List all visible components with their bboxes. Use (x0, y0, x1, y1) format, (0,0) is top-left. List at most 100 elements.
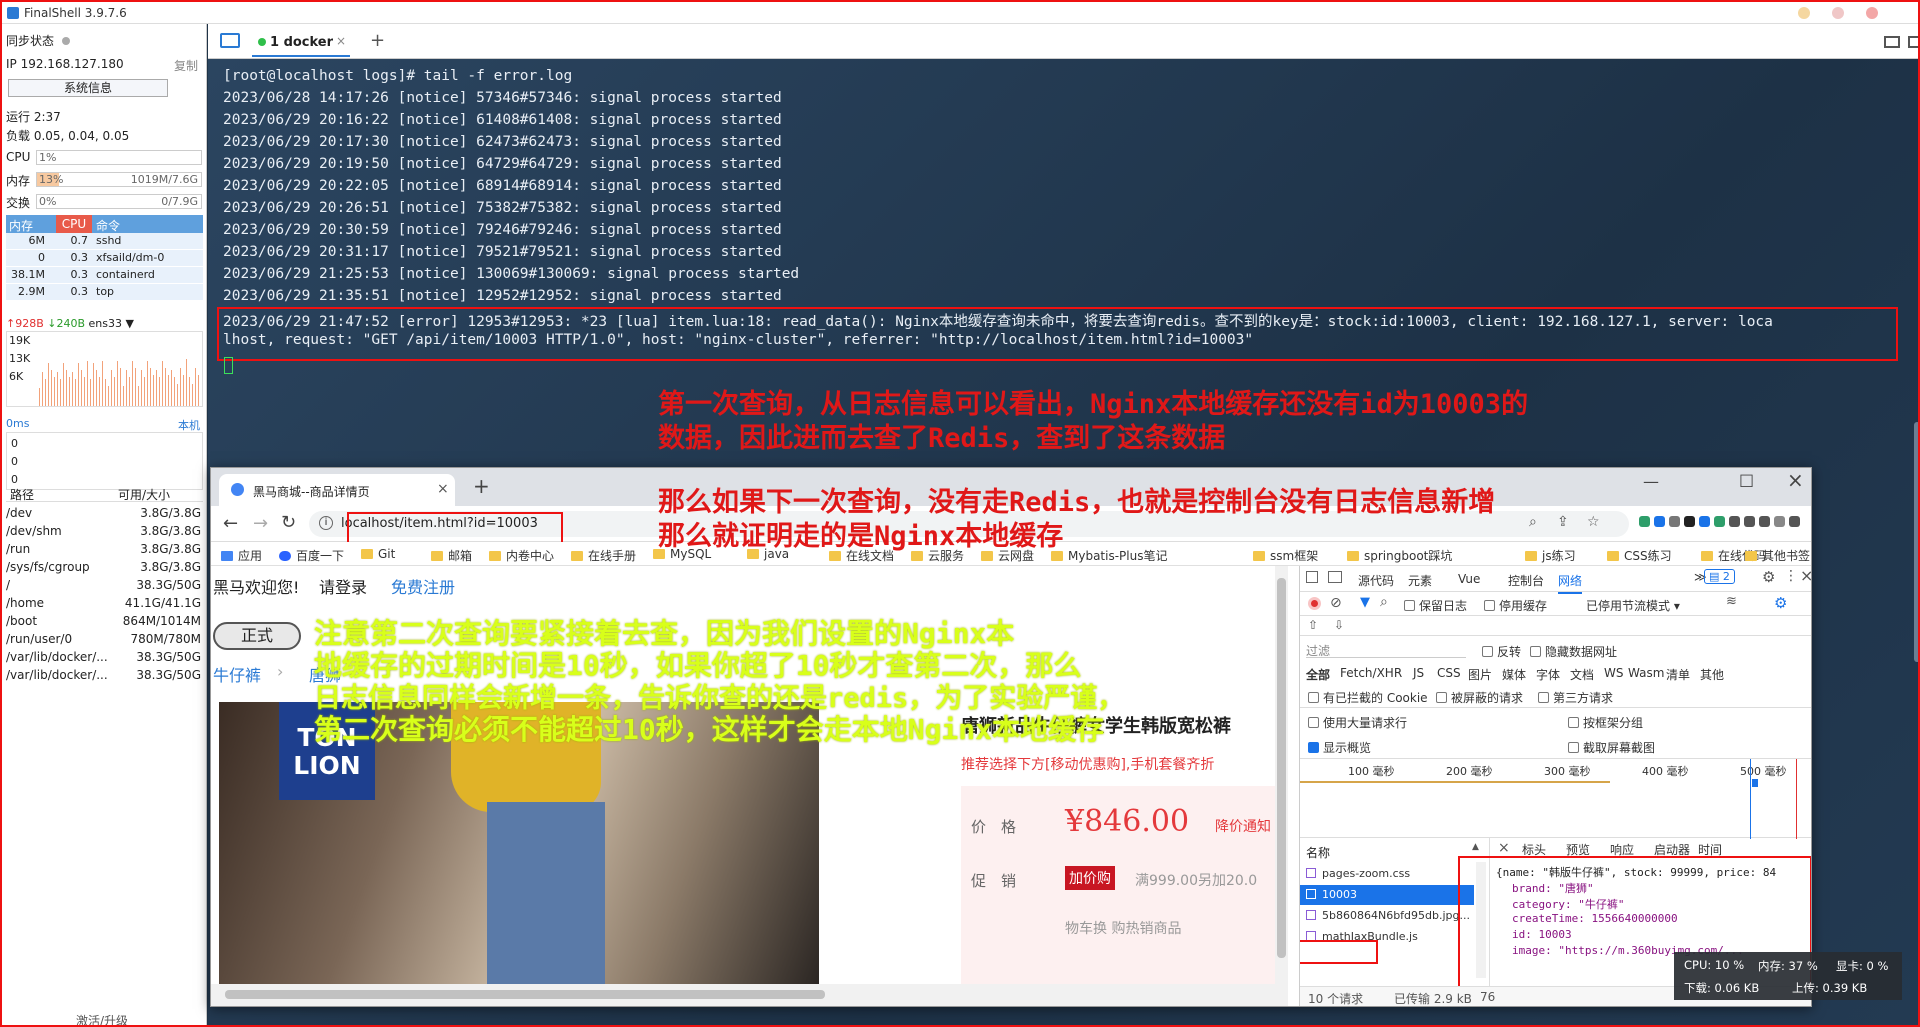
issues-badge[interactable]: ▤ 2 (1704, 569, 1735, 584)
disk-row[interactable]: /home 41.1G/41.1G (6, 594, 203, 612)
activate-upgrade-link[interactable]: 激活/升级 (76, 1012, 128, 1025)
detail-close-icon[interactable]: × (1498, 840, 1510, 856)
sort-up-icon[interactable]: ▲ (1472, 842, 1479, 852)
env-badge[interactable]: 正式 (213, 622, 301, 650)
bookmark-item[interactable]: CSS练习 (1607, 547, 1672, 564)
kebab-menu-icon[interactable]: ⋮ (1784, 568, 1798, 584)
minimize-icon[interactable]: — (1643, 472, 1659, 491)
export-har-icon[interactable]: ⇩ (1334, 618, 1344, 632)
bookmark-item[interactable]: springboot踩坑 (1347, 547, 1452, 564)
page-hscrollbar[interactable] (211, 984, 1288, 1006)
group-by-frame-checkbox[interactable]: 按框架分组 (1568, 714, 1643, 731)
tab-close-icon[interactable]: × (336, 34, 346, 48)
sidebar-toggle-icon[interactable] (1908, 36, 1918, 48)
devtools-tab[interactable]: 控制台 (1508, 572, 1544, 589)
disk-row[interactable]: / 38.3G/50G (6, 576, 203, 594)
disk-row[interactable]: /var/lib/docker/... 38.3G/50G (6, 666, 203, 684)
search-icon[interactable]: ⌕ (1380, 594, 1388, 610)
new-tab-icon[interactable]: + (473, 474, 490, 498)
bookmark-item[interactable]: Git (361, 547, 395, 561)
hide-data-urls-checkbox[interactable]: 隐藏数据网址 (1530, 643, 1617, 660)
resource-type-filter[interactable]: WS (1604, 666, 1623, 680)
record-icon[interactable] (1308, 597, 1321, 610)
tab-close-icon[interactable]: × (437, 481, 449, 497)
throttle-select[interactable]: 已停用节流模式 ▾ (1586, 597, 1680, 614)
filter-input[interactable]: 过滤 (1306, 640, 1466, 658)
zoom-icon[interactable]: ⌕ (1529, 514, 1537, 530)
blocked-cookie-checkbox[interactable]: 有已拦截的 Cookie (1308, 689, 1428, 706)
resource-type-filter[interactable]: 其他 (1700, 666, 1724, 683)
preserve-log-checkbox[interactable]: 保留日志 (1404, 597, 1467, 614)
close-icon[interactable]: × (1787, 468, 1804, 492)
resource-type-filter[interactable]: Fetch/XHR (1340, 666, 1402, 680)
new-tab-icon[interactable]: + (370, 30, 385, 51)
page-scrollbar[interactable] (1275, 566, 1288, 984)
kebab-menu-icon[interactable] (1789, 516, 1800, 527)
wifi-icon[interactable]: ≋ (1726, 594, 1737, 609)
blocked-requests-checkbox[interactable]: 被屏蔽的请求 (1436, 689, 1523, 706)
terminal-scrollbar[interactable] (1914, 422, 1918, 662)
devtools-close-icon[interactable]: × (1800, 566, 1811, 585)
clear-icon[interactable]: ⊘ (1330, 595, 1342, 611)
resource-type-filter[interactable]: JS (1413, 666, 1424, 680)
ext-icon[interactable] (1684, 516, 1695, 527)
devtools-tab[interactable]: 网络 (1558, 572, 1583, 594)
eye-icon[interactable] (1669, 516, 1680, 527)
bookmark-item[interactable]: 邮箱 (431, 547, 472, 564)
maximize-icon[interactable]: □ (1739, 470, 1754, 489)
filter-icon[interactable]: ▼ (1360, 595, 1370, 610)
settings-gear-icon[interactable]: ⚙ (1762, 568, 1775, 586)
device-toolbar-icon[interactable] (1328, 571, 1342, 583)
close-icon[interactable] (1866, 7, 1878, 19)
ping-host[interactable]: 本机 (178, 417, 200, 433)
chrome-icon[interactable] (1714, 516, 1725, 527)
resource-type-filter[interactable]: 媒体 (1502, 666, 1526, 683)
minimize-icon[interactable] (1798, 7, 1810, 19)
disk-row[interactable]: /run/user/0 780M/780M (6, 630, 203, 648)
resource-type-filter[interactable]: 全部 (1306, 666, 1330, 683)
sidepanel-icon[interactable] (1759, 516, 1770, 527)
capture-screenshots-checkbox[interactable]: 截取屏幕截图 (1568, 739, 1655, 756)
maximize-icon[interactable] (1832, 7, 1844, 19)
playlist-icon[interactable] (1744, 516, 1755, 527)
disable-cache-checkbox[interactable]: 停用缓存 (1484, 597, 1547, 614)
bookmark-item[interactable]: 应用 (221, 547, 262, 564)
request-row[interactable]: 10003 (1300, 885, 1474, 905)
process-row[interactable]: 6M 0.7 sshd (6, 233, 203, 249)
bookmark-item[interactable]: 内卷中心 (489, 547, 554, 564)
reload-icon[interactable]: ↻ (281, 512, 296, 533)
devtools-tab[interactable]: Vue (1458, 572, 1480, 586)
show-overview-checkbox[interactable]: 显示概览 (1308, 739, 1371, 756)
disk-row[interactable]: /dev 3.8G/3.8G (6, 504, 203, 522)
system-info-button[interactable]: 系统信息 (8, 79, 168, 97)
vue-devtools-icon[interactable] (1639, 516, 1650, 527)
big-request-rows-checkbox[interactable]: 使用大量请求行 (1308, 714, 1407, 731)
folder-icon[interactable] (220, 33, 240, 48)
disk-row[interactable]: /boot 864M/1014M (6, 612, 203, 630)
disk-row[interactable]: /sys/fs/cgroup 3.8G/3.8G (6, 558, 203, 576)
price-notice-link[interactable]: 降价通知 (1215, 816, 1271, 836)
disk-row[interactable]: /var/lib/docker/... 38.3G/50G (6, 648, 203, 666)
inspect-icon[interactable] (1306, 571, 1318, 583)
disk-row[interactable]: /run 3.8G/3.8G (6, 540, 203, 558)
devtools-tab[interactable]: 源代码 (1358, 572, 1394, 589)
browser-tab[interactable]: 黑马商城--商品详情页 × (219, 474, 455, 506)
tab-docker[interactable]: 1 docker × (252, 29, 350, 57)
import-har-icon[interactable]: ⇧ (1308, 618, 1318, 632)
profile-icon[interactable] (1774, 516, 1785, 527)
process-row[interactable]: 38.1M 0.3 containerd (6, 267, 203, 283)
third-party-checkbox[interactable]: 第三方请求 (1538, 689, 1613, 706)
bookmark-item[interactable]: js练习 (1525, 547, 1576, 564)
bookmark-item[interactable]: 其他书签 (1745, 547, 1810, 564)
resource-type-filter[interactable]: 图片 (1468, 666, 1492, 683)
devtools-tab[interactable]: 元素 (1408, 572, 1432, 589)
info-icon[interactable]: i (319, 516, 333, 530)
bookmark-item[interactable]: ssm框架 (1253, 547, 1318, 564)
bookmark-item[interactable]: Mybatis-Plus笔记 (1051, 547, 1167, 564)
process-row[interactable]: 0 0.3 xfsaild/dm-0 (6, 250, 203, 266)
layout-grid-icon[interactable] (1884, 36, 1900, 48)
resource-type-filter[interactable]: 文档 (1570, 666, 1594, 683)
register-link[interactable]: 免费注册 (391, 574, 455, 598)
copy-ip-link[interactable]: 复制 (174, 57, 198, 74)
cpu-sort-header[interactable]: CPU (56, 215, 92, 233)
